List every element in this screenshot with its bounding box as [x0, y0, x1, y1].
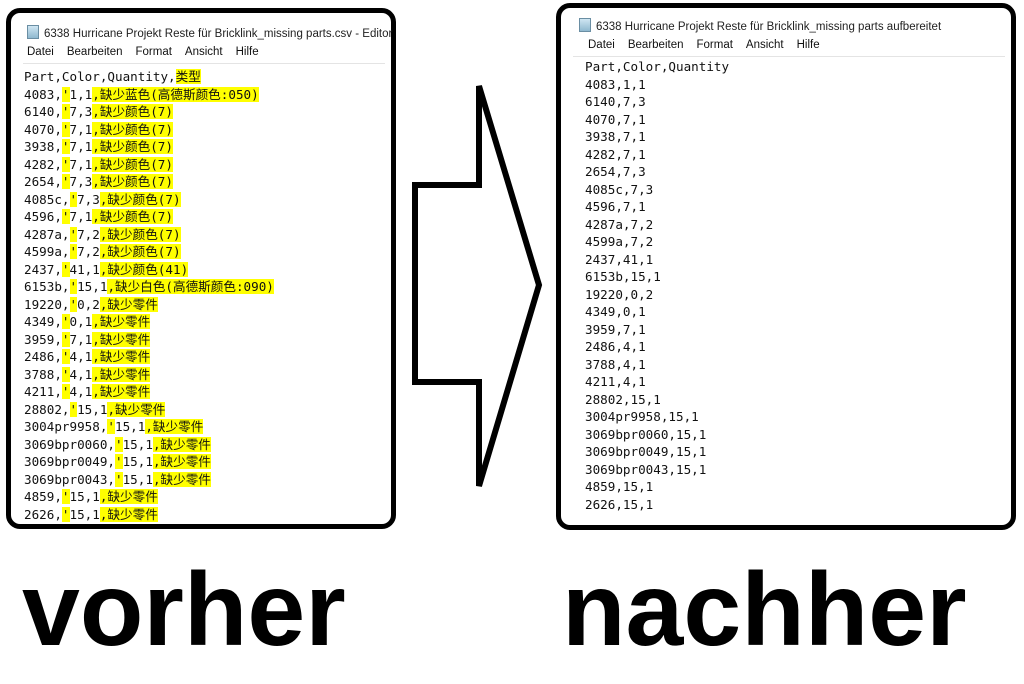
text-line: 19220,0,2	[585, 286, 654, 302]
text-line: 4287a,7,2	[585, 216, 654, 232]
menu-bar: Datei Bearbeiten Format Ansicht Hilfe	[588, 39, 833, 51]
text-line: 2437,41,1	[585, 251, 654, 267]
label-before: vorher	[22, 552, 346, 668]
menu-item[interactable]: Datei	[588, 39, 615, 51]
text-line: 4349,0,1	[585, 304, 646, 319]
text-line: Part,Color,Quantity	[585, 59, 730, 74]
editor-window-after: 6338 Hurricane Projekt Reste für Brickli…	[556, 3, 1016, 530]
text-line: 4083,1,1	[585, 76, 646, 92]
text-line: 3788,4,1	[585, 356, 646, 372]
text-line: 4085c,7,3	[585, 181, 654, 197]
text-line: 4211,4,1	[585, 374, 646, 389]
text-line: 4859,15,1	[585, 479, 654, 494]
text-line: 4596,7,1	[585, 199, 646, 214]
text-line: 2486,4,1	[585, 339, 646, 354]
menu-item[interactable]: Hilfe	[797, 39, 820, 51]
text-line: 4070,7,1	[585, 111, 646, 127]
text-line: 6153b,15,1	[585, 269, 661, 284]
text-line: 6140,7,3	[585, 94, 646, 109]
text-line: 4599a,7,2	[585, 234, 654, 249]
text-area[interactable]: Part,Color,Quantity 4083,1,1 6140,7,3 4070,…	[585, 58, 729, 513]
menu-item[interactable]: Format	[696, 39, 732, 51]
text-line: 3938,7,1	[585, 129, 646, 144]
window-title: 6338 Hurricane Projekt Reste für Brickli…	[579, 18, 941, 33]
text-line: 3069bpr0049,15,1	[585, 444, 707, 459]
text-line: 2654,7,3	[585, 164, 646, 179]
menu-item[interactable]: Bearbeiten	[628, 39, 684, 51]
text-line: 3069bpr0060,15,1	[585, 426, 707, 442]
text-line: 4282,7,1	[585, 146, 646, 162]
menu-item[interactable]: Ansicht	[746, 39, 784, 51]
label-after: nachher	[562, 552, 967, 668]
text-line: 2626,15,1	[585, 496, 654, 512]
text-line: 3004pr9958,15,1	[585, 409, 699, 424]
text-line: 3069bpr0043,15,1	[585, 461, 707, 477]
notepad-icon	[579, 18, 591, 32]
text-line: 3959,7,1	[585, 321, 646, 337]
text-line: 28802,15,1	[585, 391, 661, 407]
divider	[573, 56, 1005, 57]
